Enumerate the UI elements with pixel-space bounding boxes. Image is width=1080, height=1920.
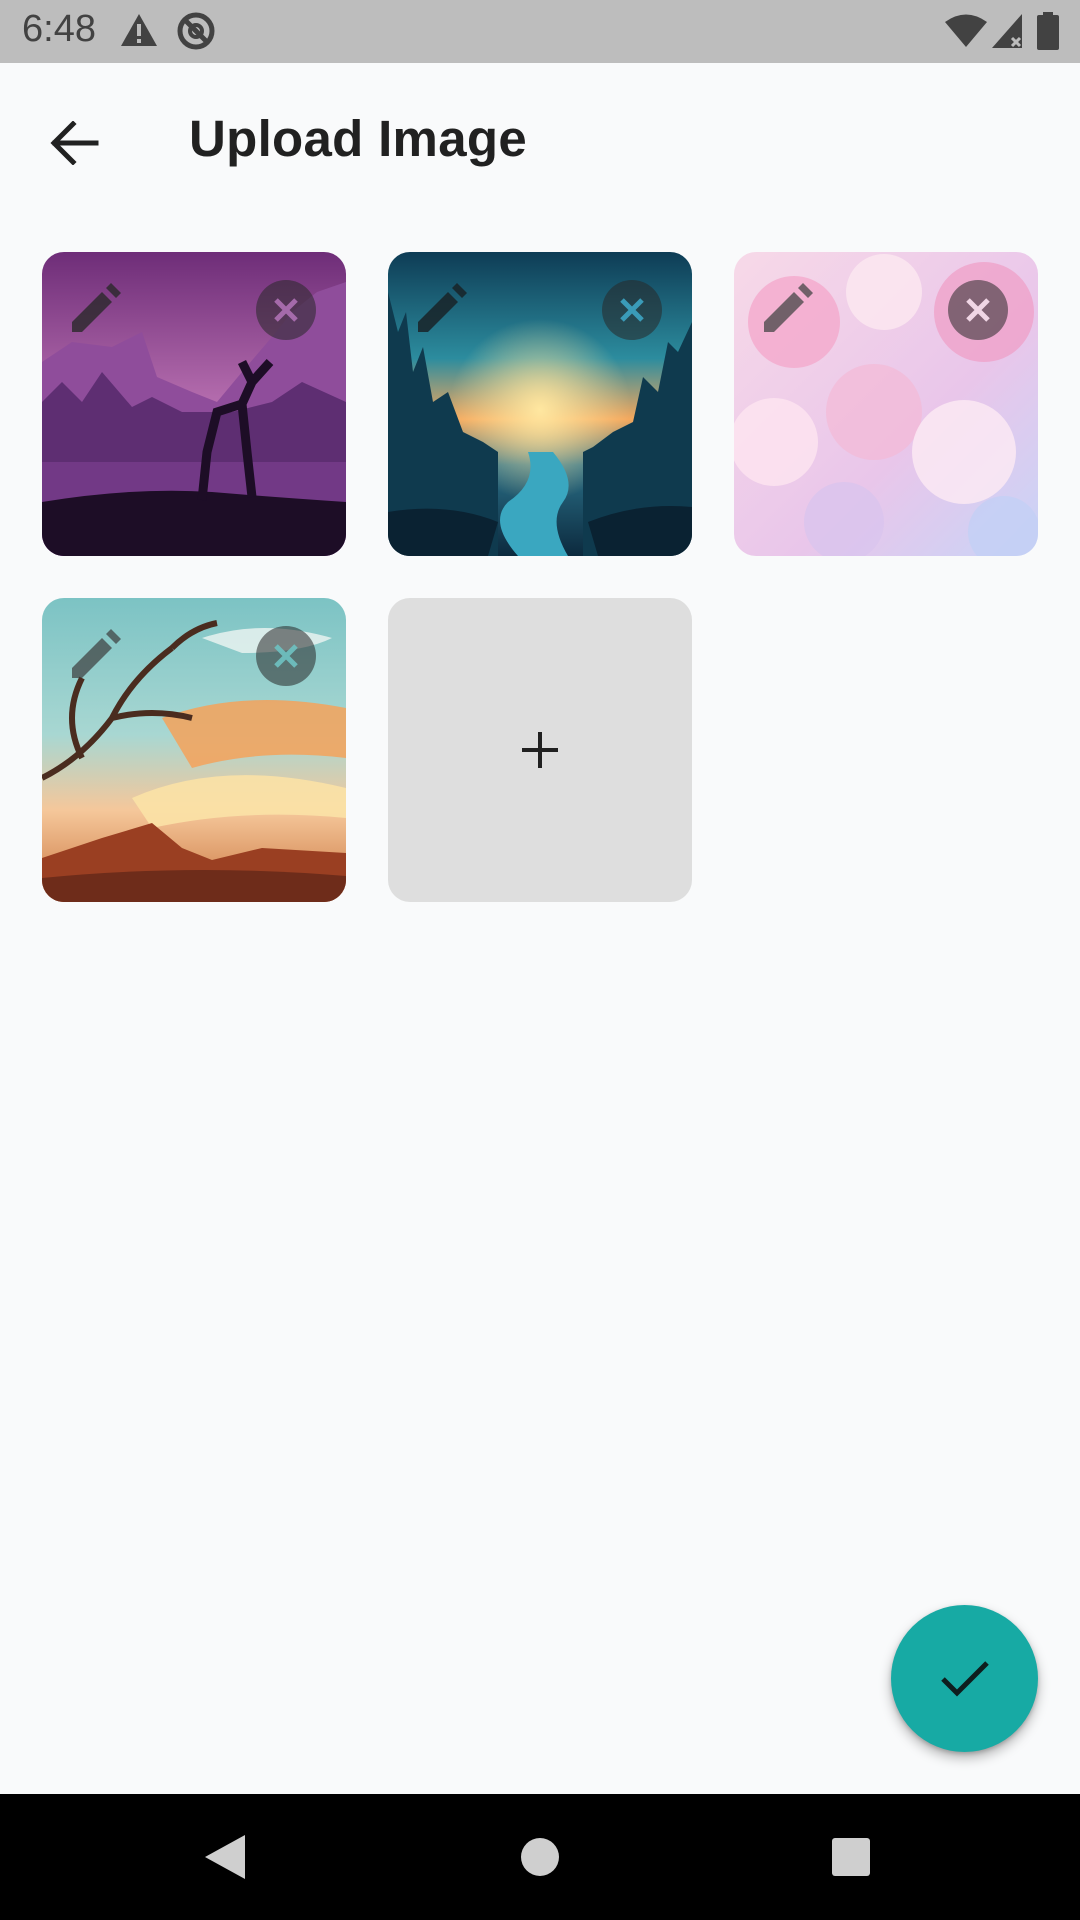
- plus-icon: [522, 732, 558, 768]
- arrow-back-icon: [50, 121, 99, 165]
- add-image-button[interactable]: [388, 598, 692, 902]
- close-icon: [620, 298, 644, 322]
- image-tile-1[interactable]: [42, 252, 346, 556]
- close-icon: [274, 644, 298, 668]
- battery-icon: [1037, 12, 1059, 50]
- edit-button[interactable]: [64, 626, 124, 686]
- check-icon: [940, 1660, 989, 1697]
- status-bar: 6:48: [0, 0, 1080, 63]
- confirm-button[interactable]: [891, 1605, 1038, 1752]
- remove-button[interactable]: [948, 280, 1008, 340]
- nav-back-icon: [205, 1835, 245, 1879]
- nav-recents-button[interactable]: [811, 1817, 891, 1897]
- pencil-icon: [72, 283, 121, 332]
- remove-button[interactable]: [602, 280, 662, 340]
- pencil-icon: [418, 283, 467, 332]
- navigation-bar: [0, 1794, 1080, 1920]
- signal-icon: [992, 14, 1022, 48]
- pencil-icon: [764, 283, 813, 332]
- nav-recents-icon: [832, 1838, 870, 1876]
- image-tile-3[interactable]: [734, 252, 1038, 556]
- remove-button[interactable]: [256, 626, 316, 686]
- image-tile-2[interactable]: [388, 252, 692, 556]
- close-icon: [274, 298, 298, 322]
- sync-disabled-icon: [177, 12, 215, 50]
- nav-back-button[interactable]: [185, 1817, 265, 1897]
- page-title: Upload Image: [189, 110, 527, 167]
- nav-home-button[interactable]: [500, 1817, 580, 1897]
- status-time: 6:48: [22, 8, 96, 50]
- back-button[interactable]: [34, 103, 114, 183]
- remove-button[interactable]: [256, 280, 316, 340]
- nav-home-icon: [521, 1838, 559, 1876]
- wifi-icon: [945, 14, 987, 47]
- pencil-icon: [72, 629, 121, 678]
- image-tile-4[interactable]: [42, 598, 346, 902]
- warning-icon: [121, 14, 157, 46]
- close-icon: [966, 298, 990, 322]
- edit-button[interactable]: [756, 280, 816, 340]
- app-bar: Upload Image: [0, 63, 1080, 213]
- edit-button[interactable]: [410, 280, 470, 340]
- edit-button[interactable]: [64, 280, 124, 340]
